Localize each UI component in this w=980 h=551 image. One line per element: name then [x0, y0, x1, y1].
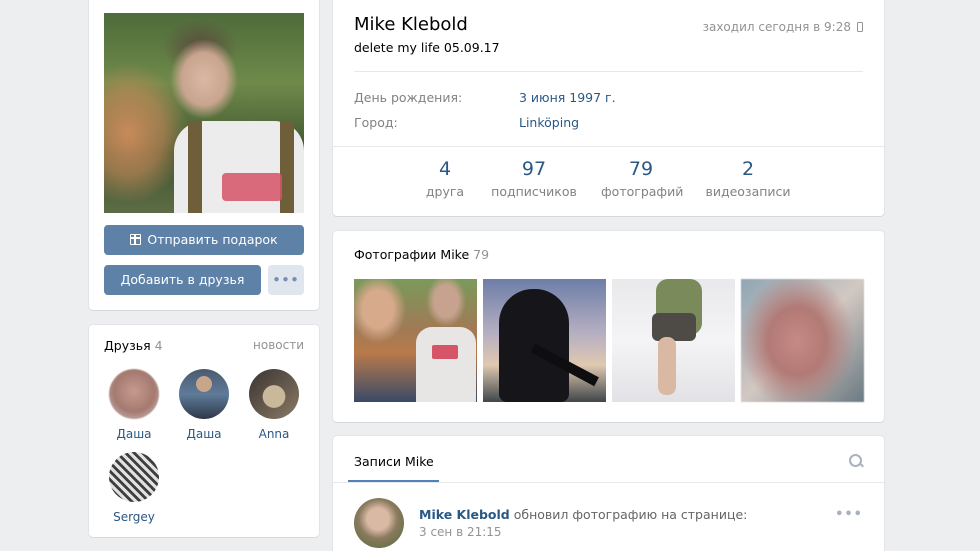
friend-name[interactable]: Anna — [242, 427, 306, 441]
photo-thumbnail[interactable] — [483, 279, 606, 402]
tab-posts[interactable]: Записи Mike — [354, 454, 434, 469]
info-row-city: Город: Linköping — [354, 115, 579, 130]
divider — [333, 482, 884, 483]
friend-avatar[interactable] — [179, 369, 229, 419]
profile-photo-strap-right — [280, 121, 294, 213]
counter-value: 79 — [628, 158, 654, 180]
posts-card: Записи Mike Mike Klebold обновил фотогра… — [333, 436, 884, 551]
photo-thumbnail[interactable] — [354, 279, 477, 402]
photos-header[interactable]: Фотографии Mike 79 — [354, 247, 489, 262]
counter-photos[interactable]: 79 фотографий — [601, 158, 684, 199]
counter-friends[interactable]: 4 друга — [425, 158, 465, 199]
counter-label: подписчиков — [491, 184, 577, 199]
info-row-birthday: День рождения: 3 июня 1997 г. — [354, 90, 616, 105]
post-author-name[interactable]: Mike Klebold — [419, 507, 510, 522]
city-value[interactable]: Linköping — [519, 115, 579, 130]
profile-photo-strap-left — [188, 121, 202, 213]
mobile-phone-icon — [857, 22, 863, 32]
send-gift-label: Отправить подарок — [147, 232, 278, 247]
friend-name[interactable]: Даша — [172, 427, 236, 441]
profile-photo[interactable] — [104, 13, 304, 213]
friend-name[interactable]: Даша — [102, 427, 166, 441]
profile-counters: 4 друга 97 подписчиков 79 фотографий 2 в… — [333, 146, 884, 216]
counter-value: 4 — [438, 158, 452, 180]
birthday-value[interactable]: 3 июня 1997 г. — [519, 90, 616, 105]
friend-item[interactable]: Anna — [242, 369, 306, 441]
photo-figure-mid — [652, 313, 696, 341]
avatar-card: Отправить подарок Добавить в друзья ••• — [89, 0, 319, 310]
post-action-text: обновил фотографию на странице: — [513, 507, 748, 522]
friends-news-link[interactable]: новости — [253, 338, 304, 352]
info-label: Город: — [354, 115, 398, 130]
search-icon[interactable] — [849, 454, 863, 468]
counter-label: фотографий — [601, 184, 684, 199]
profile-info-card: Mike Klebold delete my life 05.09.17 зах… — [333, 0, 884, 216]
friends-count: 4 — [154, 338, 163, 353]
counter-value: 97 — [521, 158, 547, 180]
last-seen-text: заходил сегодня в 9:28 — [702, 20, 851, 34]
counter-videos[interactable]: 2 видеозаписи — [703, 158, 793, 199]
more-actions-button[interactable]: ••• — [268, 265, 304, 295]
photo-thumbnail[interactable] — [612, 279, 735, 402]
post-header: Mike Klebold обновил фотографию на стран… — [419, 507, 747, 522]
friend-avatar[interactable] — [109, 369, 159, 419]
divider — [354, 71, 863, 72]
add-friend-button[interactable]: Добавить в друзья — [104, 265, 261, 295]
friend-avatar[interactable] — [109, 452, 159, 502]
friend-item[interactable]: Даша — [172, 369, 236, 441]
friend-item[interactable]: Sergey — [102, 452, 166, 524]
friends-title: Друзья — [104, 338, 151, 353]
counter-followers[interactable]: 97 подписчиков — [491, 158, 577, 199]
friends-card: Друзья 4 новости Даша Даша Anna Sergey — [89, 325, 319, 537]
friend-name[interactable]: Sergey — [102, 510, 166, 524]
profile-name: Mike Klebold — [354, 14, 468, 35]
photo-figure-leg — [658, 337, 676, 395]
post-date[interactable]: 3 сен в 21:15 — [419, 525, 502, 539]
photos-card: Фотографии Mike 79 — [333, 231, 884, 422]
send-gift-button[interactable]: Отправить подарок — [104, 225, 304, 255]
friends-header[interactable]: Друзья 4 — [104, 338, 163, 353]
post-author-avatar[interactable] — [354, 498, 404, 548]
profile-photo-print — [222, 173, 282, 201]
friend-avatar[interactable] — [249, 369, 299, 419]
counter-value: 2 — [741, 158, 755, 180]
friend-item[interactable]: Даша — [102, 369, 166, 441]
photos-title: Фотографии Mike — [354, 247, 470, 262]
photos-count: 79 — [473, 247, 490, 262]
counter-label: видеозаписи — [705, 184, 791, 199]
info-label: День рождения: — [354, 90, 463, 105]
photo-thumbnail[interactable] — [741, 279, 864, 402]
gift-icon — [130, 234, 142, 245]
counter-label: друга — [425, 184, 465, 199]
post-menu-button[interactable]: ••• — [835, 507, 863, 522]
photo-shirt — [416, 327, 476, 402]
last-seen: заходил сегодня в 9:28 — [703, 20, 863, 34]
photo-print — [432, 345, 458, 359]
profile-status: delete my life 05.09.17 — [354, 40, 500, 55]
